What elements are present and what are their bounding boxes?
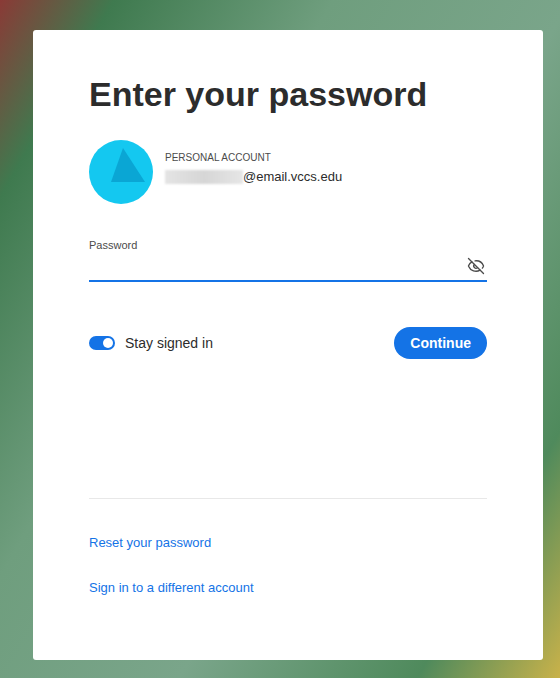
heading: Enter your password [89,72,487,116]
action-row: Stay signed in Continue [89,327,487,359]
stay-signed-in-switch[interactable] [89,336,115,350]
account-info: PERSONAL ACCOUNT @email.vccs.edu [165,151,342,185]
link[interactable]: Sign in to a different account [89,579,254,596]
eye-off-icon [467,257,485,275]
continue-button[interactable]: Continue [394,327,487,359]
divider [89,498,487,499]
links: Reset your password Sign in to a differen… [89,534,487,596]
switch-knob [103,338,113,348]
password-input[interactable] [89,252,463,280]
redacted-text [165,170,243,184]
avatar-icon [89,140,153,204]
link[interactable]: Reset your password [89,534,211,551]
password-label: Password [89,238,487,252]
background-photo: Enter your password PERSONAL ACCOUNT @emai… [0,0,560,678]
stay-signed-in: Stay signed in [89,335,213,351]
stay-signed-in-label: Stay signed in [125,335,213,351]
account-row: PERSONAL ACCOUNT @email.vccs.edu [89,140,487,204]
password-field [89,252,487,282]
toggle-visibility-button[interactable] [463,257,487,275]
sign-in-card: Enter your password PERSONAL ACCOUNT @emai… [33,30,543,660]
account-email: @email.vccs.edu [165,169,342,185]
account-type: PERSONAL ACCOUNT [165,151,342,164]
